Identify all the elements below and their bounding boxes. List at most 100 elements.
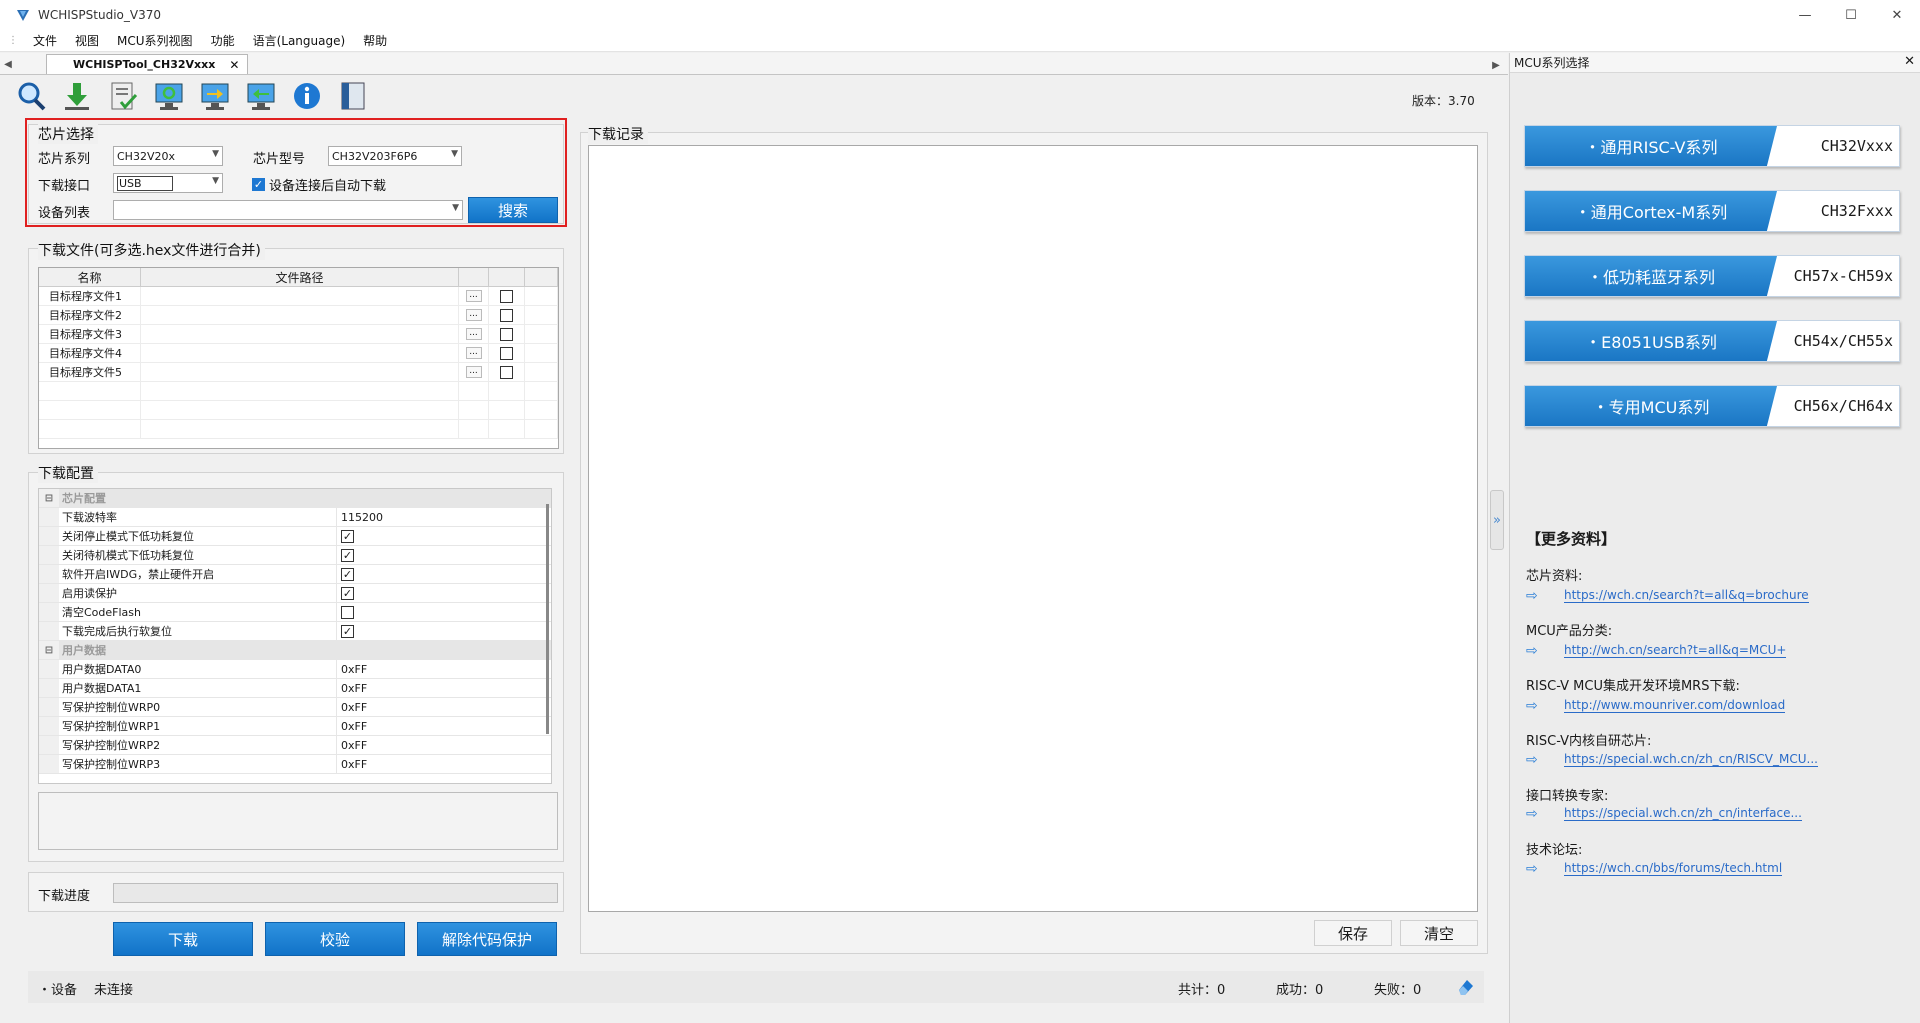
minimize-button[interactable]: —	[1782, 0, 1828, 30]
maximize-button[interactable]: ☐	[1828, 0, 1874, 30]
browse-button[interactable]: ...	[465, 347, 482, 359]
panel-close-icon[interactable]: ✕	[1904, 54, 1915, 69]
tab-scroll-right-icon[interactable]: ▶	[1488, 55, 1504, 75]
config-row[interactable]: 启用读保护 ✓	[39, 584, 551, 603]
file-enable-checkbox[interactable]	[500, 289, 513, 303]
clear-log-button[interactable]: 清空	[1400, 920, 1478, 946]
series-ble-button[interactable]: ・低功耗蓝牙系列 CH57x-CH59x	[1524, 255, 1900, 297]
config-row[interactable]: 下载完成后执行软复位 ✓	[39, 622, 551, 641]
file-enable-checkbox[interactable]	[500, 327, 513, 341]
file-path-cell[interactable]	[141, 287, 459, 305]
file-path-cell[interactable]	[141, 344, 459, 362]
config-checkbox[interactable]: ✓	[341, 529, 354, 543]
config-row[interactable]: 写保护控制位WRP1 0xFF	[39, 717, 551, 736]
config-checkbox[interactable]: ✓	[341, 624, 354, 638]
browse-button[interactable]: ...	[465, 366, 482, 378]
config-scrollbar[interactable]	[546, 504, 549, 734]
config-category-user[interactable]: ⊟ 用户数据	[39, 641, 551, 660]
config-value[interactable]: 0xFF	[337, 698, 551, 716]
verify-button[interactable]: 校验	[265, 922, 405, 956]
resource-link[interactable]: https://wch.cn/search?t=all&q=brochure	[1564, 588, 1809, 603]
table-row	[39, 382, 558, 401]
file-enable-checkbox[interactable]	[500, 308, 513, 322]
read-config-button[interactable]	[150, 78, 188, 114]
series-code: CH32Fxxx	[1820, 202, 1893, 220]
table-row: 目标程序文件3 ...	[39, 325, 558, 344]
export-button[interactable]	[196, 78, 234, 114]
file-enable-checkbox[interactable]	[500, 365, 513, 379]
menu-language[interactable]: 语言(Language)	[244, 32, 355, 49]
search-device-button[interactable]	[12, 78, 50, 114]
download-button-toolbar[interactable]	[58, 78, 96, 114]
config-value[interactable]: 0xFF	[337, 755, 551, 773]
config-row[interactable]: 软件开启IWDG，禁止硬件开启 ✓	[39, 565, 551, 584]
col-header-spacer	[525, 268, 558, 286]
menu-function[interactable]: 功能	[202, 32, 244, 49]
baud-rate-value[interactable]: 115200	[337, 508, 551, 526]
file-enable-checkbox[interactable]	[500, 346, 513, 360]
config-row[interactable]: 写保护控制位WRP3 0xFF	[39, 755, 551, 774]
download-button[interactable]: 下载	[113, 922, 253, 956]
resource-link[interactable]: https://special.wch.cn/zh_cn/interface..…	[1564, 806, 1802, 821]
manual-button[interactable]	[334, 78, 372, 114]
menu-file[interactable]: 文件	[24, 32, 66, 49]
file-path-cell[interactable]	[141, 363, 459, 381]
download-log-output[interactable]	[588, 145, 1478, 912]
resource-link[interactable]: https://special.wch.cn/zh_cn/RISCV_MCU..…	[1564, 752, 1818, 767]
tab-wchisptool[interactable]: WCHISPTool_CH32Vxxx ✕	[46, 54, 249, 74]
collapse-icon[interactable]: ⊟	[39, 641, 59, 659]
tab-close-icon[interactable]: ✕	[229, 58, 239, 72]
config-row[interactable]: 关闭待机模式下低功耗复位 ✓	[39, 546, 551, 565]
eraser-icon[interactable]	[1456, 977, 1476, 997]
remove-protection-button[interactable]: 解除代码保护	[417, 922, 557, 956]
info-icon	[294, 83, 320, 109]
browse-button[interactable]: ...	[465, 328, 482, 340]
menu-view[interactable]: 视图	[66, 32, 108, 49]
config-checkbox[interactable]: ✓	[341, 567, 354, 581]
save-log-button[interactable]: 保存	[1314, 920, 1392, 946]
config-row[interactable]: 写保护控制位WRP2 0xFF	[39, 736, 551, 755]
verify-button-toolbar[interactable]	[104, 78, 142, 114]
config-checkbox[interactable]: ✓	[341, 586, 354, 600]
config-row[interactable]: 清空CodeFlash	[39, 603, 551, 622]
collapse-icon[interactable]: ⊟	[39, 489, 59, 507]
close-window-button[interactable]: ✕	[1874, 0, 1920, 30]
series-e8051-button[interactable]: ・E8051USB系列 CH54x/CH55x	[1524, 320, 1900, 362]
browse-button[interactable]: ...	[465, 309, 482, 321]
config-value[interactable]: 0xFF	[337, 660, 551, 678]
download-files-table: 名称 文件路径 目标程序文件1 ... 目标程序文件2 ... 目标程序文件3 …	[38, 267, 559, 449]
panel-splitter-toggle[interactable]: »	[1490, 490, 1504, 550]
file-path-cell[interactable]	[141, 325, 459, 343]
config-row[interactable]: 下载波特率 115200	[39, 508, 551, 527]
config-row[interactable]: 关闭停止模式下低功耗复位 ✓	[39, 527, 551, 546]
config-value[interactable]: 0xFF	[337, 679, 551, 697]
config-checkbox[interactable]: ✓	[341, 548, 354, 562]
config-row[interactable]: 用户数据DATA1 0xFF	[39, 679, 551, 698]
menu-mcu-series-view[interactable]: MCU系列视图	[108, 32, 202, 49]
document-tab-strip: ◀ WCHISPTool_CH32Vxxx ✕ ▶	[0, 53, 1508, 75]
config-row[interactable]: 用户数据DATA0 0xFF	[39, 660, 551, 679]
resource-link[interactable]: http://wch.cn/search?t=all&q=MCU+	[1564, 643, 1787, 658]
config-checkbox[interactable]	[341, 605, 354, 619]
category-label: 芯片配置	[62, 492, 106, 505]
config-key: 用户数据DATA0	[59, 660, 337, 678]
resource-link[interactable]: https://wch.cn/bbs/forums/tech.html	[1564, 861, 1783, 876]
config-category-chip[interactable]: ⊟ 芯片配置	[39, 489, 551, 508]
config-key: 写保护控制位WRP2	[59, 736, 337, 754]
import-button[interactable]	[242, 78, 280, 114]
col-header-browse	[459, 268, 489, 286]
tab-scroll-left-icon[interactable]: ◀	[0, 54, 16, 74]
config-row[interactable]: 写保护控制位WRP0 0xFF	[39, 698, 551, 717]
file-path-cell[interactable]	[141, 306, 459, 324]
series-cortex-m-button[interactable]: ・通用Cortex-M系列 CH32Fxxx	[1524, 190, 1900, 232]
config-value[interactable]: 0xFF	[337, 736, 551, 754]
resource-label: MCU产品分类:	[1526, 624, 1613, 639]
mcu-series-panel-header: MCU系列选择 ✕	[1510, 53, 1920, 73]
resource-link[interactable]: http://www.mounriver.com/download	[1564, 698, 1786, 713]
menu-help[interactable]: 帮助	[354, 32, 396, 49]
config-value[interactable]: 0xFF	[337, 717, 551, 735]
series-special-mcu-button[interactable]: ・专用MCU系列 CH56x/CH64x	[1524, 385, 1900, 427]
series-riscv-button[interactable]: ・通用RISC-V系列 CH32Vxxx	[1524, 125, 1900, 167]
browse-button[interactable]: ...	[465, 290, 482, 302]
about-button[interactable]	[288, 78, 326, 114]
